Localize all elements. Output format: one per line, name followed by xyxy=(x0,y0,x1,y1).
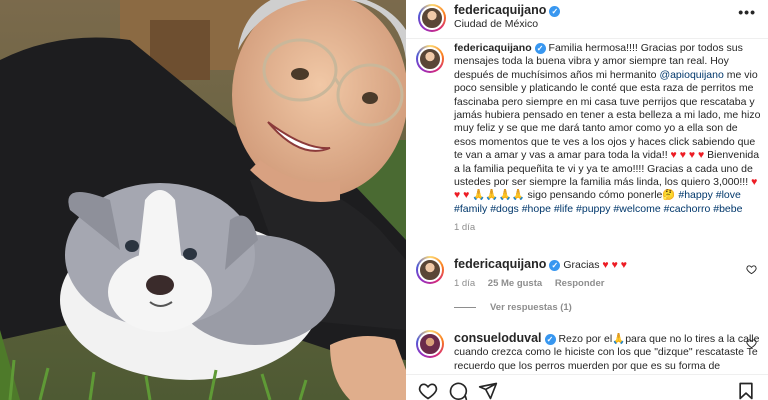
caption-text: federicaquijano ✓ Familia hermosa!!!! Gra… xyxy=(454,42,761,216)
mention-link[interactable]: @apioquijano xyxy=(659,69,723,81)
comment-body: Gracias xyxy=(563,259,600,271)
hashtag-link[interactable]: #love xyxy=(716,189,741,201)
heart-emoji-icon: ♥ ♥ ♥ xyxy=(679,149,705,162)
comment-icon[interactable] xyxy=(448,381,468,400)
comment-likes[interactable]: 25 Me gusta xyxy=(488,278,542,289)
heart-emoji-icon: ♥ xyxy=(667,149,677,162)
post-photo[interactable] xyxy=(0,0,406,400)
caption-username[interactable]: federicaquijano xyxy=(454,42,532,54)
comment-avatar[interactable] xyxy=(416,330,444,358)
comment-meta: 1 día 25 Me gusta Responder xyxy=(454,278,761,289)
replies-divider xyxy=(454,306,476,308)
comment-heart-icon[interactable] xyxy=(746,264,757,275)
view-replies-button[interactable]: Ver respuestas (1) xyxy=(454,302,572,313)
post-caption: federicaquijano ✓ Familia hermosa!!!! Gra… xyxy=(416,42,761,233)
hashtag-link[interactable]: #puppy xyxy=(576,203,610,215)
comment-item: federicaquijano ✓ Gracias ♥ ♥ ♥ 1 día 25 … xyxy=(416,256,761,289)
hashtag-link[interactable]: #life xyxy=(554,203,573,215)
post-actions-bar xyxy=(406,374,768,400)
comment-text: federicaquijano ✓ Gracias ♥ ♥ ♥ xyxy=(454,256,761,272)
post-sidebar: federicaquijano ✓ Ciudad de México ••• fe… xyxy=(406,0,768,400)
share-icon[interactable] xyxy=(478,381,498,400)
caption-timestamp[interactable]: 1 día xyxy=(454,222,761,233)
post-location[interactable]: Ciudad de México xyxy=(454,18,538,30)
reply-button[interactable]: Responder xyxy=(555,278,605,289)
author-username[interactable]: federicaquijano ✓ xyxy=(454,3,561,17)
hashtag-link[interactable]: #happy xyxy=(678,189,712,201)
author-avatar[interactable] xyxy=(418,4,446,32)
verified-badge-icon: ✓ xyxy=(544,334,556,345)
hashtag-link[interactable]: #cachorro xyxy=(664,203,711,215)
comment-text: consueloduval ✓ Rezo por el🙏para que no l… xyxy=(454,330,761,373)
heart-emoji-icon: ♥ ♥ ♥ xyxy=(599,259,627,271)
bookmark-icon[interactable] xyxy=(736,381,756,400)
more-options-icon[interactable]: ••• xyxy=(738,4,756,20)
hashtag-link[interactable]: #welcome xyxy=(613,203,660,215)
post-header: federicaquijano ✓ Ciudad de México ••• xyxy=(406,0,768,39)
hashtag-link[interactable]: #dogs xyxy=(490,203,519,215)
heart-icon[interactable] xyxy=(418,381,438,400)
verified-badge-icon: ✓ xyxy=(534,43,546,54)
comment-item: consueloduval ✓ Rezo por el🙏para que no l… xyxy=(416,330,761,373)
caption-avatar[interactable] xyxy=(416,45,444,73)
verified-badge-icon: ✓ xyxy=(549,6,561,17)
hashtag-link[interactable]: #bebe xyxy=(713,203,742,215)
hashtag-link[interactable]: #family xyxy=(454,203,487,215)
post-image xyxy=(0,0,406,400)
comment-timestamp[interactable]: 1 día xyxy=(454,278,475,289)
comment-heart-icon[interactable] xyxy=(746,338,757,349)
caption-body-2: me vio poco sensible y platicando le con… xyxy=(454,68,761,162)
caption-body-4: 🙏🙏🙏🙏 sigo pensando cómo ponerle🤔 xyxy=(469,189,676,202)
comment-avatar[interactable] xyxy=(416,256,444,284)
comment-username[interactable]: consueloduval xyxy=(454,331,542,345)
verified-badge-icon: ✓ xyxy=(549,260,561,271)
comment-username[interactable]: federicaquijano xyxy=(454,257,546,271)
hashtag-link[interactable]: #hope xyxy=(522,203,551,215)
